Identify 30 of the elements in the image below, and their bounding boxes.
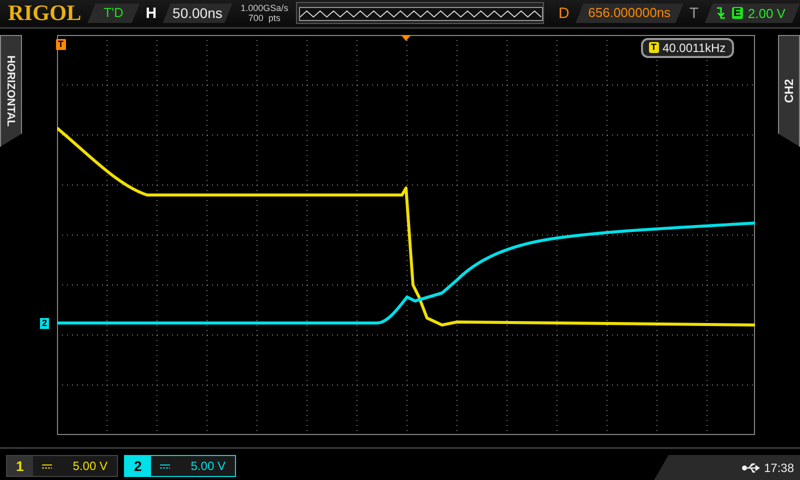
channel-number: 2 [125,456,151,476]
channel-setting[interactable]: 2 5.00 V [124,455,236,477]
dc-coupling-icon [40,463,53,469]
timebase-value[interactable]: 50.00ns [162,3,232,24]
side-tab[interactable]: CH2 [778,34,800,147]
trigger-source: E [732,7,743,20]
channel-number: 1 [7,456,33,476]
dc-coupling-icon [158,463,171,469]
trigger-setting[interactable]: E 2.00 V [704,3,800,24]
trigger-level-marker[interactable]: T [56,38,66,50]
channel-marker[interactable]: 2 [40,318,50,329]
channel-setting[interactable]: 1 5.00 V [6,455,118,477]
delay-value[interactable]: 656.000000ns [575,3,684,24]
side-tab[interactable]: HORIZONTAL [0,34,22,147]
counter-value: 40.0011kHz [662,40,726,55]
horizontal-label: H [146,4,157,22]
run-status: T'D [87,3,140,24]
memory-depth: 700 pts [248,13,280,24]
falling-edge-icon [714,6,727,20]
usb-icon [742,462,760,474]
channel-scale: 5.00 V [72,459,108,473]
sample-rate: 1.000GSa/s [240,3,288,14]
brand-logo: RIGOL [8,0,82,26]
trigger-label: T [689,4,699,22]
channel-scale: 5.00 V [190,459,226,473]
clock-time: 17:38 [764,460,794,474]
trigger-level: 2.00 V [748,6,786,21]
delay-label: D [558,4,570,22]
counter-badge: T [649,42,658,54]
trigger-position-icon [401,34,411,41]
